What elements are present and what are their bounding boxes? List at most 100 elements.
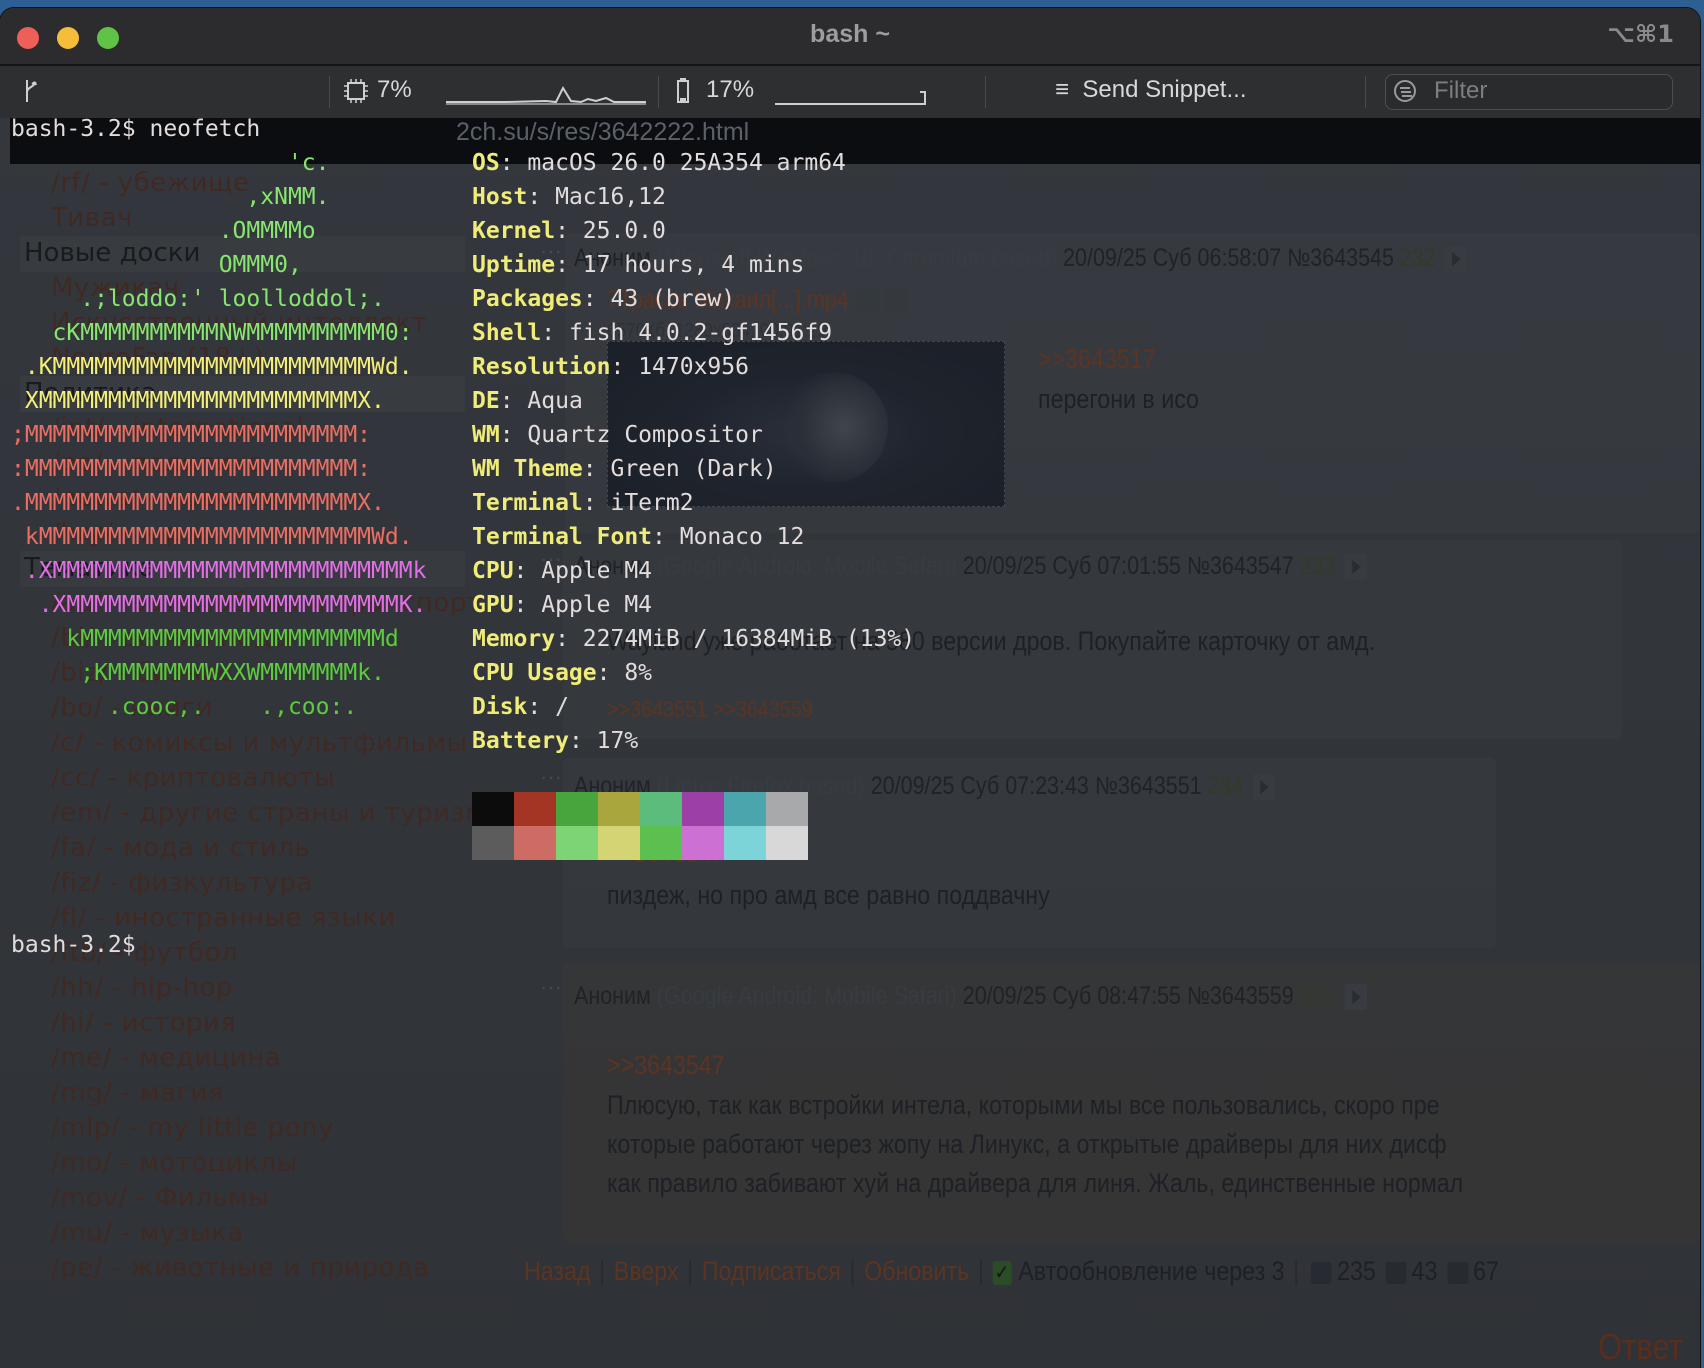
info-line: WM Theme: Green (Dark) [472, 456, 777, 482]
info-label: CPU [472, 558, 514, 584]
filter-input[interactable]: Filter [1385, 74, 1673, 110]
info-value: 25.0.0 [582, 218, 666, 244]
apple-logo-line: .XMMMMMMMMMMMMMMMMMMMMMMMMK. [11, 592, 427, 618]
battery-graph [775, 91, 926, 105]
info-line: DE: Aqua [472, 388, 583, 414]
info-line: WM: Quartz Compositor [472, 422, 763, 448]
battery-icon [677, 78, 689, 103]
browser-url: 2ch.su/s/res/3642222.html [456, 118, 750, 146]
apple-logo-line: kMMMMMMMMMMMMMMMMMMMMMMMMWd. [11, 524, 413, 550]
apple-logo-line: .OMMMMo [11, 218, 316, 244]
send-snippet-button[interactable]: ≡ Send Snippet... [1055, 76, 1246, 104]
info-label: Uptime [472, 252, 556, 278]
apple-logo-line: .MMMMMMMMMMMMMMMMMMMMMMMMX. [11, 490, 385, 516]
info-value: macOS 26.0 25A354 arm64 [527, 150, 846, 176]
info-label: Resolution [472, 354, 611, 380]
color-swatch [556, 826, 598, 860]
info-value: / [555, 694, 569, 720]
info-value: Green (Dark) [610, 456, 777, 482]
color-swatch [766, 792, 808, 826]
divider [1365, 76, 1366, 108]
send-snippet-label: Send Snippet... [1082, 76, 1247, 103]
color-swatch [682, 792, 724, 826]
color-swatch [766, 826, 808, 860]
info-label: Kernel [472, 218, 556, 244]
info-line: Packages: 43 (brew) [472, 286, 736, 312]
info-value: 1470x956 [638, 354, 749, 380]
info-value: 43 (brew) [610, 286, 736, 312]
apple-logo-line: .KMMMMMMMMMMMMMMMMMMMMMMMWd. [11, 354, 413, 380]
filter-placeholder: Filter [1434, 77, 1488, 104]
window-title: bash ~ [810, 20, 890, 48]
color-swatch [598, 792, 640, 826]
apple-logo-line: 'c. [11, 150, 330, 176]
info-value: Apple M4 [541, 592, 653, 618]
prompt: bash-3.2$ [11, 116, 136, 142]
battery-level: 17% [706, 76, 755, 103]
info-value: Monaco 12 [679, 524, 805, 550]
info-value: 8% [624, 660, 653, 686]
info-label: Packages [472, 286, 583, 312]
info-line: Battery: 17% [472, 728, 639, 754]
info-label: WM [472, 422, 500, 448]
info-label: Shell [472, 320, 542, 346]
info-value: 17 hours, 4 mins [582, 252, 805, 278]
apple-logo-line: cKMMMMMMMMMMNWMMMMMMMMMM0: [11, 320, 413, 346]
title-bar: bash ~ ⌥⌘1 [0, 8, 1700, 66]
git-branch-icon[interactable] [22, 78, 40, 104]
info-line: Kernel: 25.0.0 [472, 218, 666, 244]
apple-logo-line: .XMMMMMMMMMMMMMMMMMMMMMMMMMMk [11, 558, 427, 584]
prompt-line: bash-3.2$ neofetch [11, 112, 260, 146]
terminal-output[interactable]: bash-3.2$ neofetch bash-3.2$ 'c. ,xNMM. … [11, 112, 915, 958]
info-label: CPU Usage [472, 660, 597, 686]
info-label: Host [472, 184, 528, 210]
color-palette-row [472, 826, 808, 860]
info-value: fish 4.0.2-gf1456f9 [568, 320, 833, 346]
menu-icon: ≡ [1055, 76, 1070, 103]
color-swatch [724, 826, 766, 860]
info-line: CPU: Apple M4 [472, 558, 653, 584]
info-label: Terminal [472, 490, 583, 516]
info-label: Terminal Font [472, 524, 653, 550]
cpu-icon [344, 79, 368, 103]
info-line: Disk: / [472, 694, 569, 720]
info-label: Battery [472, 728, 569, 754]
info-line: Uptime: 17 hours, 4 mins [472, 252, 805, 278]
apple-logo-line: :MMMMMMMMMMMMMMMMMMMMMMMM: [11, 456, 372, 482]
iterm-window: /rf/ - убежище Тивач Новые доски Мужикач Иск… [0, 8, 1700, 1368]
info-line: Shell: fish 4.0.2-gf1456f9 [472, 320, 833, 346]
prompt-line: bash-3.2$ [11, 928, 136, 962]
info-label: DE [472, 388, 500, 414]
color-swatch [514, 826, 556, 860]
apple-logo-line: OMMM0, [11, 252, 302, 278]
info-line: Memory: 2274MiB / 16384MiB (13%) [472, 626, 916, 652]
window-shortcut: ⌥⌘1 [1607, 20, 1674, 48]
color-swatch [724, 792, 766, 826]
cpu-usage: 7% [377, 76, 412, 103]
command: neofetch [149, 116, 261, 142]
info-line: GPU: Apple M4 [472, 592, 653, 618]
info-line: CPU Usage: 8% [472, 660, 653, 686]
info-line: OS: macOS 26.0 25A354 arm64 [472, 150, 846, 176]
color-swatch [556, 792, 598, 826]
info-label: GPU [472, 592, 514, 618]
color-swatch [514, 792, 556, 826]
divider [329, 76, 330, 108]
color-palette-row [472, 792, 808, 826]
filter-icon [1394, 80, 1416, 102]
info-label: Memory [472, 626, 556, 652]
apple-logo-line: .;loddo:' loolloddol;. [11, 286, 385, 312]
info-label: OS [472, 150, 500, 176]
apple-logo-line: ,xNMM. [11, 184, 330, 210]
info-value: Mac16,12 [555, 184, 666, 210]
info-line: Terminal Font: Monaco 12 [472, 524, 805, 550]
apple-logo-line: kMMMMMMMMMMMMMMMMMMMMMMd [11, 626, 399, 652]
info-value: Aqua [527, 388, 583, 414]
status-bar: 7% 17% ≡ Send Snippet... Filter [0, 66, 1700, 118]
color-swatch [598, 826, 640, 860]
info-line: Terminal: iTerm2 [472, 490, 694, 516]
info-value: iTerm2 [610, 490, 694, 516]
info-line: Resolution: 1470x956 [472, 354, 749, 380]
info-label: Disk [472, 694, 528, 720]
apple-logo-line: XMMMMMMMMMMMMMMMMMMMMMMMX. [11, 388, 385, 414]
